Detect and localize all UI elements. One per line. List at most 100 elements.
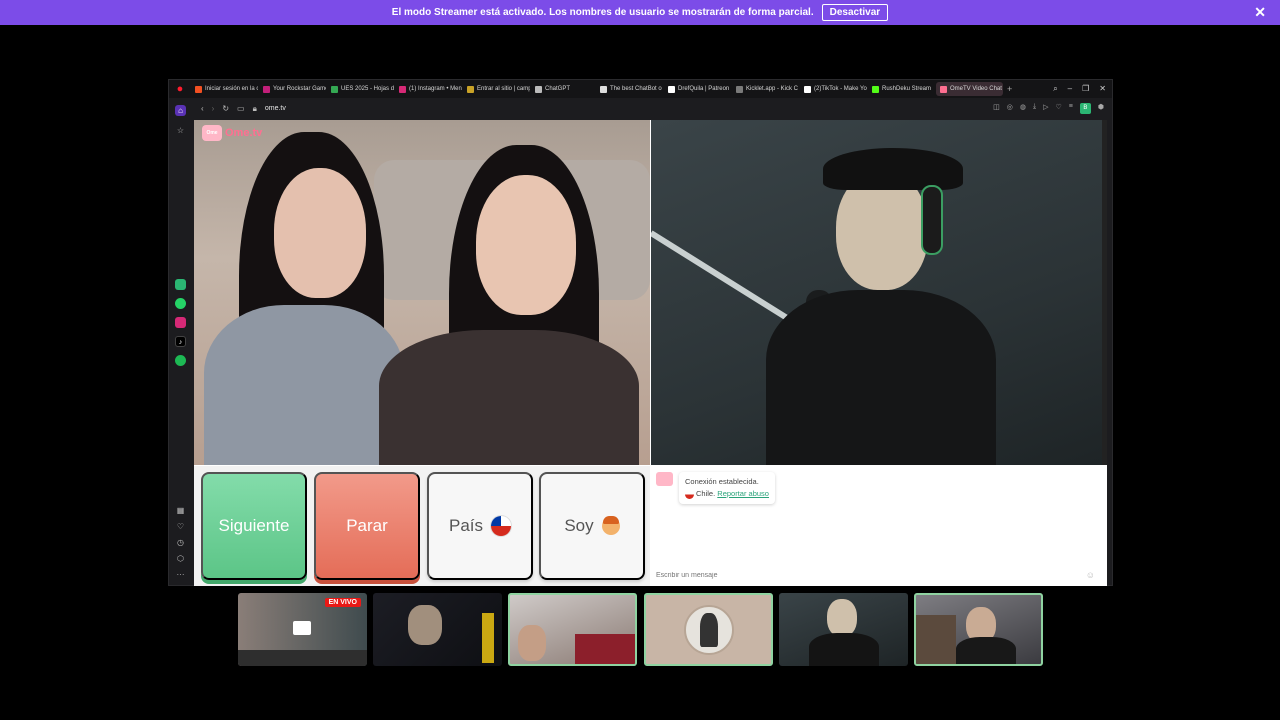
- workspaces-icon[interactable]: ▦: [175, 505, 186, 516]
- browser-tab[interactable]: Your Rockstar Game: [259, 82, 326, 96]
- toolbar-icons: ◫ ◎ ◍ ⤓ ▷ ♡ ≡ B ⬢: [993, 103, 1112, 114]
- system-message: Conexión establecida. Chile. Reportar ab…: [679, 472, 775, 504]
- stop-button[interactable]: Parar: [314, 472, 420, 580]
- ometv-chat-logo-icon: [656, 472, 673, 486]
- emoji-picker-icon[interactable]: ☺: [1086, 570, 1095, 580]
- chat-panel: Conexión establecida. Chile. Reportar ab…: [651, 466, 1107, 586]
- browser-tab[interactable]: OmeTV Video Chat: [936, 82, 1003, 96]
- snapshot-icon[interactable]: ▭: [237, 104, 245, 113]
- menu-icon[interactable]: ≡: [1069, 103, 1073, 114]
- ometv-logo-text: Ome.tv: [225, 127, 263, 139]
- tab-label: Kicklet.app - Kick C: [746, 86, 799, 92]
- browser-tab[interactable]: DrefQuila | Patreon: [664, 82, 731, 96]
- download-icon[interactable]: ⤓: [1033, 103, 1036, 114]
- spotify-icon[interactable]: [175, 355, 186, 366]
- tab-favicon-icon: [331, 85, 338, 93]
- home-icon[interactable]: ⌂: [175, 105, 186, 116]
- tab-favicon-icon: [195, 85, 202, 93]
- tab-favicon-icon: [467, 85, 474, 93]
- tab-bar: ● Iniciar sesión en la c Your Rockstar Ga…: [169, 80, 1112, 98]
- new-tab-button[interactable]: +: [1003, 82, 1016, 96]
- extension-cube-icon[interactable]: ⬢: [1098, 103, 1104, 114]
- tab-label: Your Rockstar Game: [273, 86, 326, 92]
- back-icon[interactable]: ‹: [201, 104, 204, 113]
- heart-icon[interactable]: ♡: [175, 521, 186, 532]
- gender-button[interactable]: Soy: [539, 472, 645, 580]
- screenshot-icon[interactable]: ◎: [1007, 103, 1013, 114]
- forward-icon[interactable]: ›: [212, 104, 215, 113]
- pinboard-icon[interactable]: ☆: [175, 125, 186, 136]
- stream-thumbnail-6[interactable]: [914, 593, 1043, 666]
- browser-tab[interactable]: (1) Instagram • Mens: [395, 82, 462, 96]
- ometv-logo-icon: Ome: [202, 125, 222, 141]
- chat-message-input[interactable]: [656, 568, 1097, 582]
- play-icon[interactable]: ▷: [1043, 103, 1048, 114]
- bookmark-heart-icon[interactable]: ♡: [1056, 103, 1062, 114]
- more-icon[interactable]: ···: [175, 569, 186, 580]
- browser-sidebar: ⌂ ☆ ♪ ▦ ♡ ◷ ⬡ ···: [169, 99, 193, 585]
- ometv-page: Ome Ome.tv Siguiente Parar País Soy Cone…: [194, 120, 1107, 586]
- tab-label: (2)TikTok - Make Yo: [814, 86, 867, 92]
- chat-controls: Siguiente Parar País Soy: [194, 466, 650, 586]
- stream-thumbnail-2[interactable]: [373, 593, 502, 666]
- stream-thumbnail-3[interactable]: [508, 593, 637, 666]
- lock-icon: 🔒︎: [252, 103, 257, 113]
- tab-label: RushDeku Stream: [882, 86, 932, 92]
- reload-icon[interactable]: ↻: [222, 104, 229, 113]
- ometv-logo[interactable]: Ome Ome.tv: [202, 125, 262, 141]
- tab-label: (1) Instagram • Mens: [409, 86, 462, 92]
- live-badge: EN VIVO: [324, 598, 361, 607]
- browser-tab[interactable]: (2)TikTok - Make Yo: [800, 82, 867, 96]
- country-label: País: [448, 516, 484, 535]
- search-tabs-icon[interactable]: ⌕: [1053, 84, 1057, 94]
- address-bar: ‹ › ↻ ▭ 🔒︎ ome.tv ◫ ◎ ◍ ⤓ ▷ ♡ ≡ B ⬢: [193, 99, 1112, 118]
- tab-favicon-icon: [263, 85, 270, 93]
- whatsapp-icon[interactable]: [175, 298, 186, 309]
- deactivate-streamer-button[interactable]: Desactivar: [821, 4, 889, 21]
- tab-favicon-icon: [600, 85, 607, 93]
- tab-label: UES 2025 - Hojas de: [341, 86, 394, 92]
- browser-tab[interactable]: UES 2025 - Hojas de: [327, 82, 394, 96]
- tab-favicon-icon: [804, 85, 811, 93]
- window-controls: ⌕ – ❐ ✕: [1053, 84, 1112, 94]
- next-button[interactable]: Siguiente: [201, 472, 307, 580]
- stream-thumbnail-4[interactable]: [644, 593, 773, 666]
- country-filter-button[interactable]: País: [427, 472, 533, 580]
- close-banner-icon[interactable]: ✕: [1254, 4, 1266, 21]
- scrollbar[interactable]: [1102, 120, 1107, 465]
- browser-tab[interactable]: Iniciar sesión en la c: [191, 82, 258, 96]
- camera-icon[interactable]: ◫: [993, 103, 1000, 114]
- tab-label: Entrar al sitio | camp: [477, 86, 530, 92]
- maximize-icon[interactable]: ❐: [1082, 84, 1089, 94]
- stream-thumbnail-live[interactable]: EN VIVO: [238, 593, 367, 666]
- extension-badge-icon[interactable]: B: [1079, 103, 1091, 114]
- close-window-icon[interactable]: ✕: [1099, 84, 1106, 94]
- opera-logo-icon[interactable]: ●: [169, 83, 191, 95]
- browser-tab[interactable]: Kicklet.app - Kick C: [732, 82, 799, 96]
- connection-status: Conexión establecida.: [685, 477, 759, 486]
- boy-emoji-icon: [601, 516, 620, 535]
- browser-tab[interactable]: ChatGPT: [531, 82, 595, 96]
- chatgpt-sidebar-icon[interactable]: [175, 279, 186, 290]
- browser-tab[interactable]: RushDeku Stream: [868, 82, 935, 96]
- tab-label: ChatGPT: [545, 86, 571, 92]
- url-field[interactable]: ome.tv: [265, 105, 286, 112]
- streamer-mode-banner: El modo Streamer está activado. Los nomb…: [0, 0, 1280, 25]
- instagram-icon[interactable]: [175, 317, 186, 328]
- self-camera-video: [651, 120, 1107, 465]
- minimize-icon[interactable]: –: [1068, 84, 1072, 94]
- stranger-video: Ome Ome.tv: [194, 120, 650, 465]
- tiktok-icon[interactable]: ♪: [175, 336, 186, 347]
- extensions-icon[interactable]: ⬡: [175, 553, 186, 564]
- history-icon[interactable]: ◷: [175, 537, 186, 548]
- browser-tab[interactable]: Entrar al sitio | camp: [463, 82, 530, 96]
- vpn-icon[interactable]: ◍: [1020, 103, 1026, 114]
- tab-favicon-icon: [535, 85, 542, 93]
- browser-tab[interactable]: The best ChatBot o: [596, 82, 663, 96]
- tab-label: The best ChatBot o: [610, 86, 662, 92]
- browser-window: ● Iniciar sesión en la c Your Rockstar Ga…: [168, 79, 1113, 586]
- stream-thumbnail-5[interactable]: [779, 593, 908, 666]
- streamer-mode-message: El modo Streamer está activado. Los nomb…: [391, 7, 814, 18]
- report-abuse-link[interactable]: Reportar abuso: [717, 489, 769, 498]
- tab-favicon-icon: [668, 85, 675, 93]
